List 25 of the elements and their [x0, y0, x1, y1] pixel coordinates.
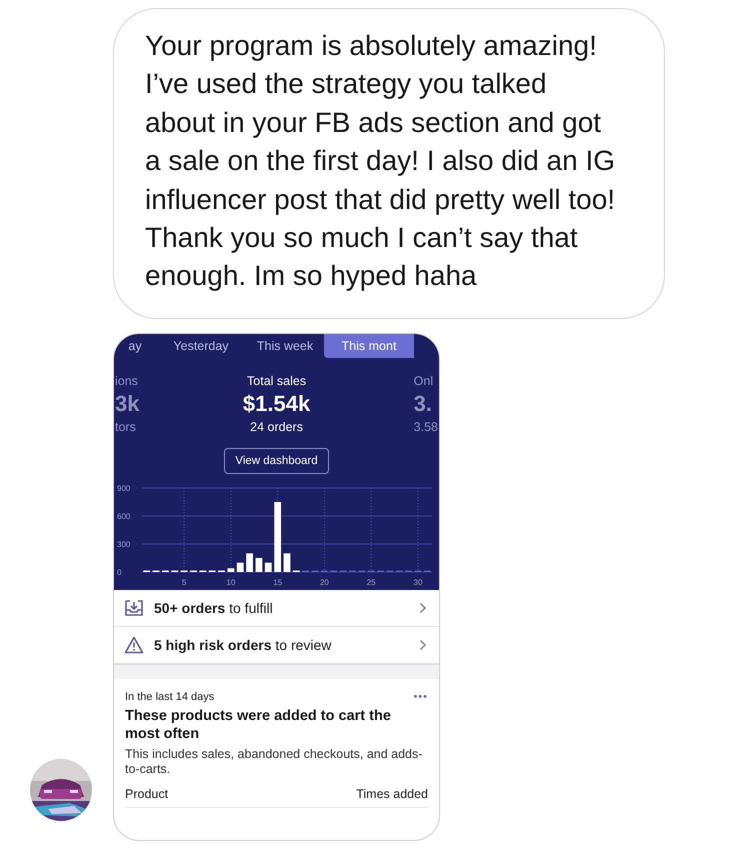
metric-value: 3. — [414, 390, 432, 417]
metric-subtext: tors — [115, 420, 136, 434]
axis-label: 600 — [117, 512, 130, 521]
axis-label: 20 — [320, 578, 329, 587]
card-description: This includes sales, abandoned checkouts, and adds-to-carts. — [125, 746, 424, 777]
axis-label: 10 — [226, 578, 236, 587]
column-header: Times added — [356, 786, 428, 801]
axis-label: 15 — [273, 578, 282, 587]
column-header: Product — [125, 786, 168, 801]
metric-subtext: 24 orders — [250, 420, 303, 434]
metric-label: ions — [115, 374, 138, 388]
axis-label: 300 — [117, 540, 130, 549]
message-text: Your program is absolutely amazing! I’ve used the strategy you talked about in your FB ads section and got a sale on the first day! I also did an IG influencer post that did pretty well too! Thank you so much I can’t say that enough. Im so hyped haha — [113, 8, 665, 319]
metric-value: 3k — [115, 390, 140, 417]
card-eyebrow: In the last 14 days — [125, 690, 214, 703]
axis-label: 30 — [414, 578, 422, 587]
metric-subtext: 3.58 — [414, 420, 438, 434]
metric-value: $1.54k — [242, 390, 310, 417]
axis-label: 25 — [366, 578, 376, 587]
axis-label: 900 — [117, 484, 130, 493]
metric-label: Total sales — [247, 374, 306, 388]
axis-label: 0 — [117, 568, 122, 577]
axis-label: 5 — [182, 578, 186, 587]
metric-label: Onl — [414, 374, 434, 388]
card-title: These products were added to cart the most often — [125, 706, 392, 743]
